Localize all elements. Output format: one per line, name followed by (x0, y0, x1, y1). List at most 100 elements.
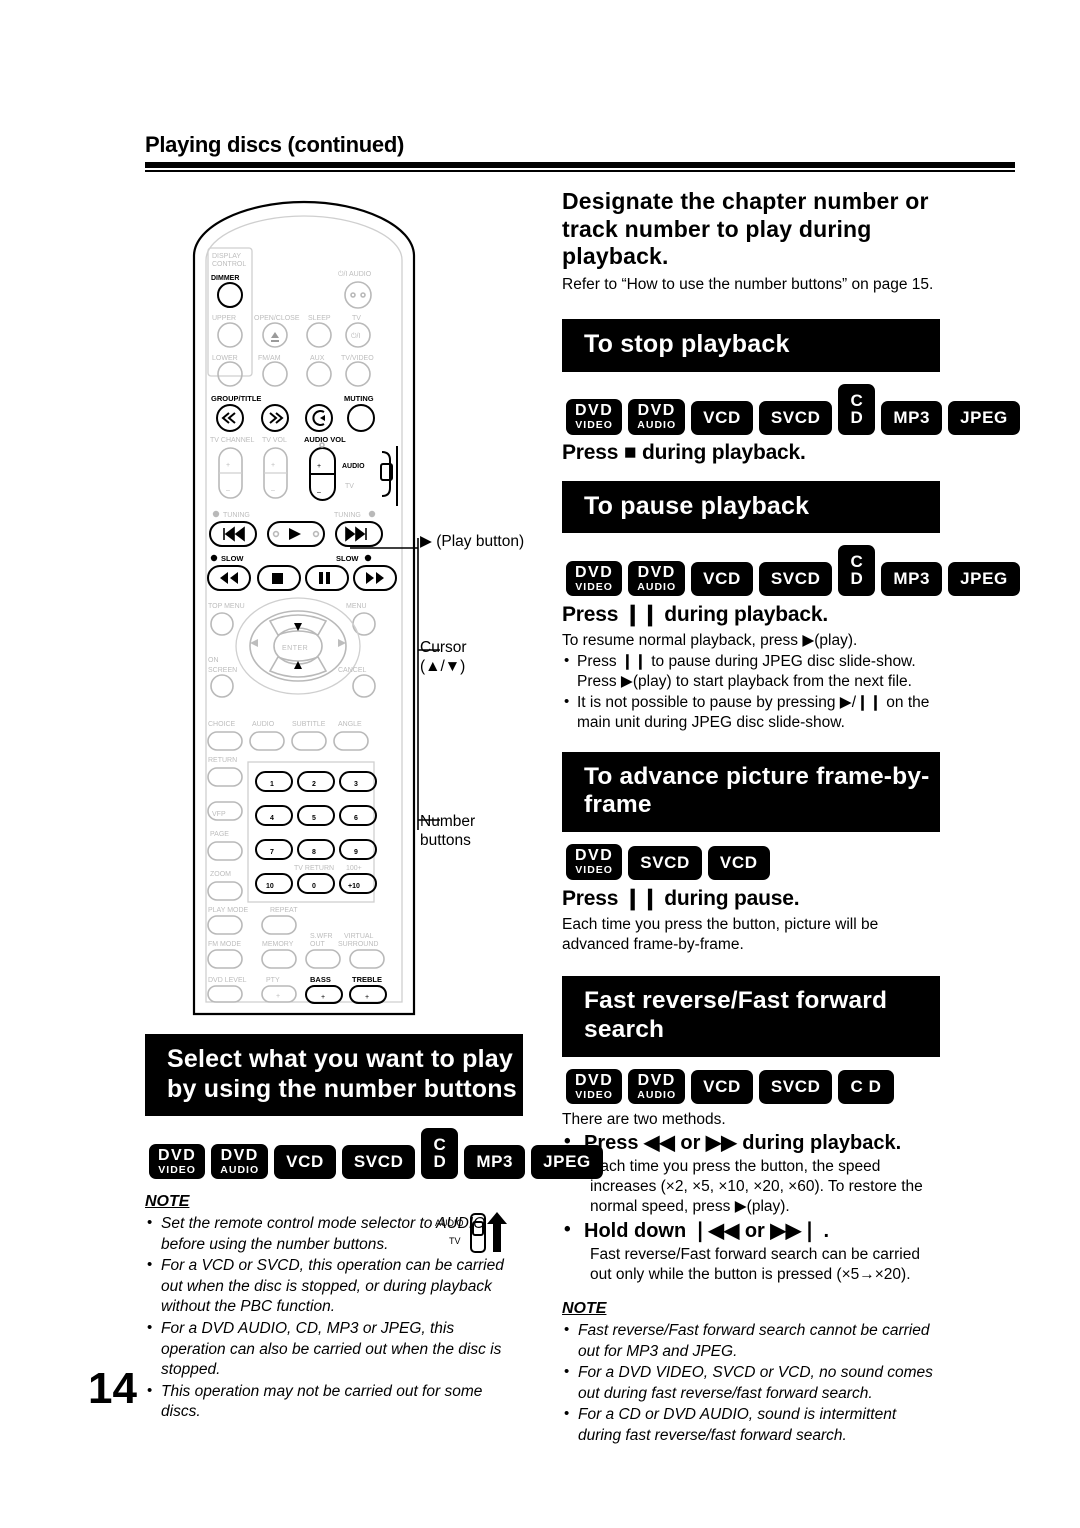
svg-text:MEMORY: MEMORY (262, 941, 294, 948)
svg-text:TV VOL: TV VOL (262, 437, 287, 444)
list-item: Press ❙❙ to pause during JPEG disc slide… (562, 651, 940, 693)
page-title: Playing discs (continued) (145, 132, 404, 157)
section-bar-number-buttons: Select what you want to play by using th… (145, 1034, 523, 1116)
list-item: For a CD or DVD AUDIO, sound is intermit… (562, 1404, 940, 1446)
pause-press-instruction: Press ❙❙ during playback. (562, 603, 828, 627)
disc-badge: VCD (707, 845, 770, 880)
disc-badge: C D (838, 545, 876, 597)
disc-badge: SVCD (758, 400, 833, 435)
svg-text:BASS: BASS (310, 975, 331, 984)
svg-text:5: 5 (312, 815, 316, 822)
svg-text:DISPLAY: DISPLAY (212, 253, 241, 260)
disc-badge: DVD VIDEO (149, 1143, 206, 1179)
page-number: 14 (88, 1364, 137, 1413)
svg-text:8: 8 (312, 849, 316, 856)
svg-text:2: 2 (312, 781, 316, 788)
svg-text:DIMMER: DIMMER (211, 275, 239, 282)
stop-press-instruction: Press ■ during playback. (562, 440, 806, 464)
svg-text:⏻/I: ⏻/I (351, 332, 360, 340)
list-item: For a VCD or SVCD, this operation can be… (145, 1255, 523, 1318)
svg-text:ZOOM: ZOOM (210, 871, 231, 878)
pause-bullets: Press ❙❙ to pause during JPEG disc slide… (562, 651, 940, 734)
section-bar-frame: To advance picture frame-by-frame (562, 751, 940, 833)
svg-text:+: + (271, 462, 275, 469)
disc-badge: JPEG (948, 400, 1020, 435)
svg-text:DVD LEVEL: DVD LEVEL (208, 977, 247, 984)
frame-body: Each time you press the button, picture … (562, 915, 879, 954)
disc-badge: JPEG (948, 562, 1020, 597)
svg-text:SLOW: SLOW (221, 554, 244, 563)
disc-badge: DVD AUDIO (211, 1143, 269, 1179)
badge-row-frame: DVD VIDEO SVCD VCD (566, 844, 940, 880)
callout-leader-lines (350, 538, 440, 830)
svg-text:+: + (226, 462, 230, 469)
svg-text:PLAY MODE: PLAY MODE (208, 907, 249, 914)
svg-text:LOWER: LOWER (212, 355, 238, 362)
svg-text:RETURN: RETURN (208, 757, 237, 764)
search-intro: There are two methods. (562, 1111, 726, 1129)
disc-badge: SVCD (758, 1070, 833, 1105)
manual-page: Playing discs (continued) .ol{fill:none;… (0, 0, 1080, 1528)
disc-badge: JPEG (531, 1145, 603, 1179)
search-note-title: NOTE (562, 1299, 607, 1317)
svg-text:ON: ON (208, 657, 219, 664)
search-method-1-label: Press ◀◀ or ▶▶ during playback. (584, 1132, 902, 1155)
search-method-1: Press ◀◀ or ▶▶ during playback. Each tim… (562, 1129, 940, 1217)
disc-badge: C D (838, 1070, 894, 1105)
svg-text:+: + (321, 994, 325, 1001)
svg-text:–: – (226, 487, 230, 494)
disc-badge: VCD (691, 400, 753, 435)
section-bar-stop: To stop playback (562, 319, 940, 372)
svg-text:SUBTITLE: SUBTITLE (292, 721, 326, 728)
search-methods: Press ◀◀ or ▶▶ during playback. Each tim… (562, 1129, 940, 1284)
search-method-1-body: Each time you press the button, the spee… (590, 1157, 923, 1216)
svg-text:10: 10 (266, 883, 274, 890)
disc-badge: C D (838, 383, 876, 435)
svg-text:+: + (276, 993, 280, 1000)
svg-text:SLEEP: SLEEP (308, 315, 331, 322)
svg-text:1: 1 (270, 781, 274, 788)
disc-badge: VCD (691, 562, 753, 597)
disc-badge: DVD AUDIO (628, 1068, 686, 1105)
disc-badge: SVCD (341, 1145, 416, 1179)
badge-row-stop: DVD VIDEO DVD AUDIO VCD SVCD C D MP3 JPEG (566, 383, 1020, 435)
svg-text:⏻/I AUDIO: ⏻/I AUDIO (338, 270, 372, 278)
svg-text:VIRTUAL: VIRTUAL (344, 933, 374, 940)
disc-badge: SVCD (758, 562, 833, 597)
svg-text:FM MODE: FM MODE (208, 941, 241, 948)
svg-text:0: 0 (312, 883, 316, 890)
svg-text:TOP MENU: TOP MENU (208, 603, 245, 610)
disc-badge: MP3 (881, 400, 943, 435)
list-item: Fast reverse/Fast forward search cannot … (562, 1320, 940, 1362)
svg-text:+: + (317, 463, 321, 470)
svg-text:+: + (365, 994, 369, 1001)
svg-text:AUDIO VOL: AUDIO VOL (304, 435, 346, 444)
svg-text:SURROUND: SURROUND (338, 941, 378, 948)
svg-text:TV/VIDEO: TV/VIDEO (341, 355, 374, 362)
svg-text:FM/AM: FM/AM (258, 355, 281, 362)
svg-text:AUDIO: AUDIO (252, 721, 275, 728)
section-bar-pause: To pause playback (562, 480, 940, 534)
section-bar-search: Fast reverse/Fast forward search (562, 975, 940, 1057)
disc-badge: DVD VIDEO (566, 844, 623, 880)
svg-text:TV: TV (345, 483, 354, 490)
svg-text:AUDIO: AUDIO (435, 1218, 464, 1228)
search-notes: Fast reverse/Fast forward search cannot … (562, 1320, 940, 1447)
svg-text:PAGE: PAGE (210, 831, 229, 838)
list-item: It is not possible to pause by pressing … (562, 692, 940, 734)
right-column: Designate the chapter number or track nu… (562, 188, 1020, 1448)
svg-text:PTY: PTY (266, 977, 280, 984)
svg-text:CONTROL: CONTROL (212, 261, 246, 268)
frame-press-instruction: Press ❙❙ during pause. (562, 886, 800, 910)
disc-badge: VCD (691, 1070, 753, 1105)
svg-text:TV: TV (449, 1236, 461, 1246)
disc-badge: DVD VIDEO (566, 1068, 623, 1105)
search-method-2-label: Hold down ❘◀◀ or ▶▶❘ . (584, 1220, 830, 1243)
svg-text:TV RETURN: TV RETURN (294, 865, 334, 872)
svg-text:CHOICE: CHOICE (208, 721, 236, 728)
svg-text:–: – (317, 489, 321, 496)
left-note-title: NOTE (145, 1193, 190, 1210)
svg-text:OUT: OUT (310, 941, 326, 948)
disc-badge: VCD (274, 1145, 336, 1179)
search-method-2-body: Fast reverse/Fast forward search can be … (590, 1245, 920, 1283)
